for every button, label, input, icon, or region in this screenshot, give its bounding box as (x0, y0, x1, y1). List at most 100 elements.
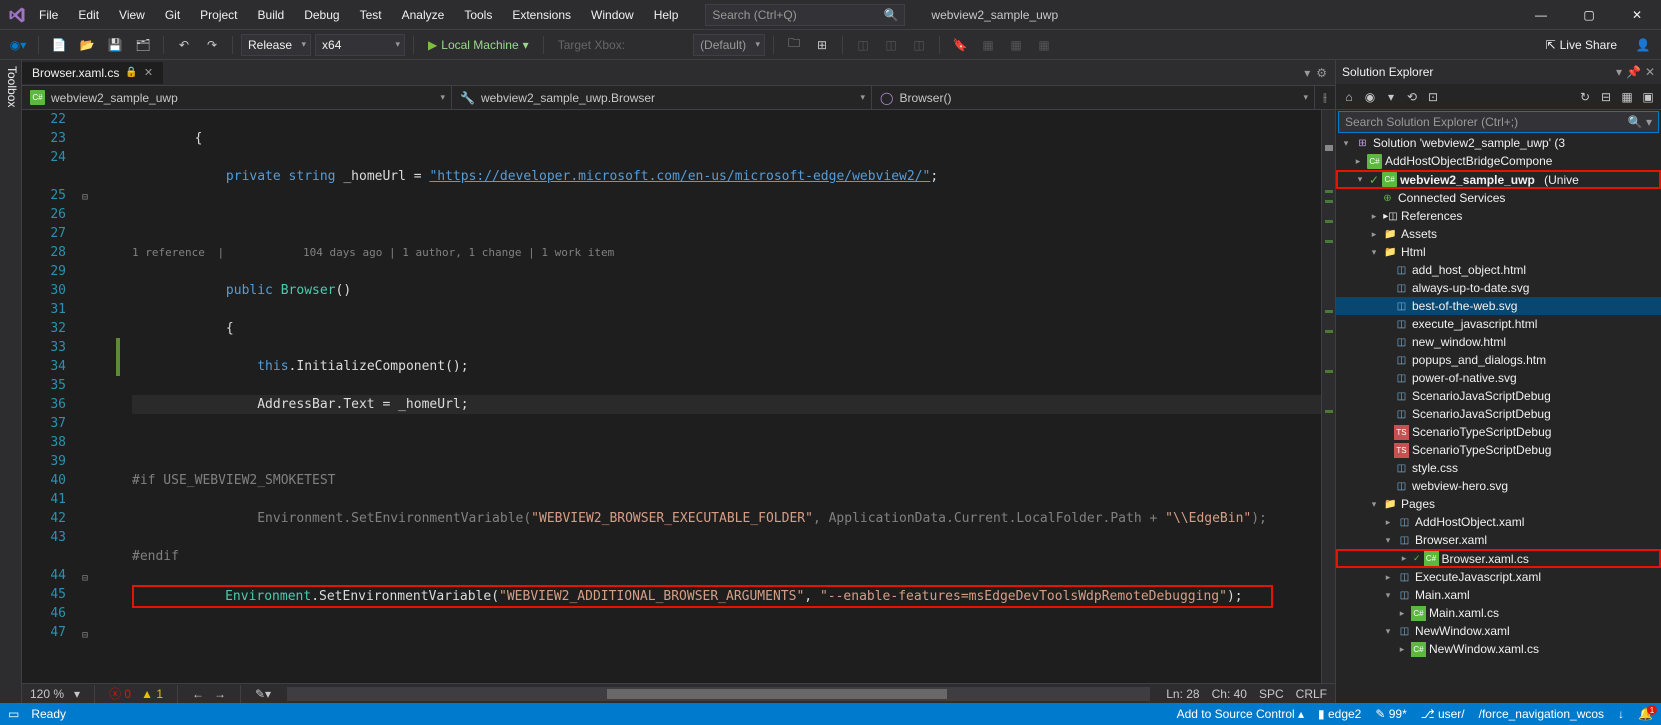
add-source-control[interactable]: Add to Source Control ▴ (1177, 707, 1304, 721)
sync-icon[interactable]: ⟲ (1403, 88, 1421, 106)
split-icon[interactable]: ⫲ (1315, 86, 1335, 109)
eol-indicator[interactable]: CRLF (1296, 687, 1327, 701)
csharp-project-icon: C# (30, 90, 45, 105)
menu-edit[interactable]: Edit (69, 4, 108, 26)
solution-explorer-header[interactable]: Solution Explorer ▾📌✕ (1336, 60, 1661, 84)
scope-icon[interactable]: ⊡ (1424, 88, 1442, 106)
minimize-button[interactable]: ― (1521, 1, 1561, 29)
global-search-input[interactable]: Search (Ctrl+Q) 🔍 (705, 4, 905, 26)
run-button[interactable]: ▶Local Machine ▾ (422, 38, 535, 52)
status-bar: ▭ Ready Add to Source Control ▴ ▮ edge2 … (0, 703, 1661, 725)
account-icon[interactable]: 👤 (1631, 33, 1655, 57)
config-dropdown[interactable]: Release (241, 34, 311, 56)
repo-indicator[interactable]: ▮ edge2 (1318, 707, 1361, 721)
menu-analyze[interactable]: Analyze (393, 4, 454, 26)
refresh-icon[interactable]: ↻ (1576, 88, 1594, 106)
search-placeholder: Search (Ctrl+Q) (712, 8, 796, 22)
t2-icon[interactable]: ◫ (879, 33, 903, 57)
notification-icon[interactable]: 🔔 (1638, 707, 1653, 721)
code-body[interactable]: { private string _homeUrl = "https://dev… (128, 110, 1321, 683)
file-tabs: Browser.xaml.cs 🔒 ✕ ▾ ⚙ (22, 60, 1335, 86)
menu-window[interactable]: Window (582, 4, 643, 26)
target-xbox-label: Target Xbox: (558, 38, 625, 52)
solution-explorer-panel: Solution Explorer ▾📌✕ ⌂ ◉ ▾ ⟲ ⊡ ↻ ⊟ ▦ ▣ … (1335, 60, 1661, 703)
undo-icon[interactable]: ↶ (172, 33, 196, 57)
t1-icon[interactable]: ◫ (851, 33, 875, 57)
line-gutter: 22 23 24 25 26 27 28 29 30 31 32 33 34 3… (22, 110, 76, 683)
menu-view[interactable]: View (110, 4, 154, 26)
home-icon[interactable]: ⌂ (1340, 88, 1358, 106)
class-icon: 🔧 (460, 91, 475, 105)
t7-icon[interactable]: ▦ (1032, 33, 1056, 57)
menu-help[interactable]: Help (645, 4, 688, 26)
pen-icon[interactable]: ✎▾ (255, 687, 271, 701)
menu-test[interactable]: Test (351, 4, 391, 26)
output-icon[interactable]: ▭ (8, 707, 19, 721)
window-controls: ― ▢ ✕ (1521, 1, 1657, 29)
force-nav-indicator[interactable]: /force_navigation_wcos (1479, 707, 1604, 721)
toolbox-tab[interactable]: Toolbox (0, 60, 22, 703)
pin-icon[interactable]: 📌 (1626, 65, 1641, 79)
back-icon[interactable]: ◉▾ (6, 33, 30, 57)
close-button[interactable]: ✕ (1617, 1, 1657, 29)
menu-git[interactable]: Git (156, 4, 189, 26)
method-icon: ◯ (880, 91, 893, 105)
layout-icon[interactable]: ⊞ (810, 33, 834, 57)
t6-icon[interactable]: ▦ (1004, 33, 1028, 57)
save-icon[interactable]: 💾 (103, 33, 127, 57)
show-all-icon[interactable]: ▦ (1618, 88, 1636, 106)
platform-dropdown[interactable]: x64 (315, 34, 405, 56)
menu-debug[interactable]: Debug (295, 4, 348, 26)
open-icon[interactable]: 📂 (75, 33, 99, 57)
t5-icon[interactable]: ▦ (976, 33, 1000, 57)
file-tab-browser[interactable]: Browser.xaml.cs 🔒 ✕ (22, 62, 163, 84)
status-ready: Ready (31, 707, 66, 721)
close-icon[interactable]: ✕ (1645, 65, 1655, 79)
search-icon: 🔍 (883, 8, 898, 22)
branch-indicator[interactable]: ⎇ user/ (1421, 707, 1465, 721)
solution-search-input[interactable]: Search Solution Explorer (Ctrl+;) 🔍 ▾ (1338, 111, 1659, 133)
properties-icon[interactable]: ▣ (1639, 88, 1657, 106)
solution-tree[interactable]: ▾⊞Solution 'webview2_sample_uwp' (3 ▸C#A… (1336, 134, 1661, 703)
nav-project[interactable]: C# webview2_sample_uwp (22, 86, 452, 109)
redo-icon[interactable]: ↷ (200, 33, 224, 57)
nav-member[interactable]: ◯ Browser() (872, 86, 1315, 109)
t3-icon[interactable]: ◫ (907, 33, 931, 57)
menu-extensions[interactable]: Extensions (503, 4, 580, 26)
error-count-icon[interactable]: ⓧ 0 (109, 685, 131, 702)
zoom-level[interactable]: 120 % (30, 687, 64, 701)
menu-tools[interactable]: Tools (455, 4, 501, 26)
bookmark-icon[interactable]: 🔖 (948, 33, 972, 57)
new-file-icon[interactable]: 📄 (47, 33, 71, 57)
toolbox-icon[interactable]: 🗀 (782, 33, 806, 57)
nav-fwd-icon[interactable]: → (214, 687, 226, 701)
nav-back-icon[interactable]: ← (192, 687, 204, 701)
editor-status-strip: 120 % ▾ ⓧ 0 ▲ 1 ← → ✎▾ Ln: 28 Ch: 40 SPC… (22, 683, 1335, 703)
code-margin: ⊟ ⊟ ⊟ (76, 110, 128, 683)
menu-build[interactable]: Build (249, 4, 294, 26)
close-tab-icon[interactable]: ✕ (144, 66, 153, 79)
dropdown-icon[interactable]: ▾ (1304, 66, 1310, 80)
changes-indicator[interactable]: ✎ 99* (1375, 707, 1406, 721)
menu-file[interactable]: File (30, 4, 67, 26)
solution-title: webview2_sample_uwp (931, 8, 1058, 22)
default-dropdown[interactable]: (Default) (693, 34, 765, 56)
collapse-icon[interactable]: ⊟ (1597, 88, 1615, 106)
maximize-button[interactable]: ▢ (1569, 1, 1609, 29)
horizontal-scrollbar[interactable] (287, 687, 1150, 701)
nav-class[interactable]: 🔧 webview2_sample_uwp.Browser (452, 86, 872, 109)
dropdown-icon[interactable]: ▾ (1616, 65, 1622, 79)
col-indicator: Ch: 40 (1212, 687, 1247, 701)
scroll-map[interactable] (1321, 110, 1335, 683)
live-share-button[interactable]: ⇱ Live Share (1536, 38, 1627, 52)
gear-icon[interactable]: ⚙ (1316, 66, 1327, 80)
spaces-indicator[interactable]: SPC (1259, 687, 1284, 701)
save-all-icon[interactable]: 🗂 (131, 33, 155, 57)
tab-tools: ▾ ⚙ (1296, 66, 1335, 80)
menu-project[interactable]: Project (191, 4, 246, 26)
warning-count-icon[interactable]: ▲ 1 (141, 687, 163, 701)
toggle-icon[interactable]: ◉ (1361, 88, 1379, 106)
sync-indicator[interactable]: ↓ (1618, 707, 1624, 721)
code-editor[interactable]: 22 23 24 25 26 27 28 29 30 31 32 33 34 3… (22, 110, 1335, 683)
main-content: Toolbox Browser.xaml.cs 🔒 ✕ ▾ ⚙ C# webvi… (0, 60, 1661, 703)
